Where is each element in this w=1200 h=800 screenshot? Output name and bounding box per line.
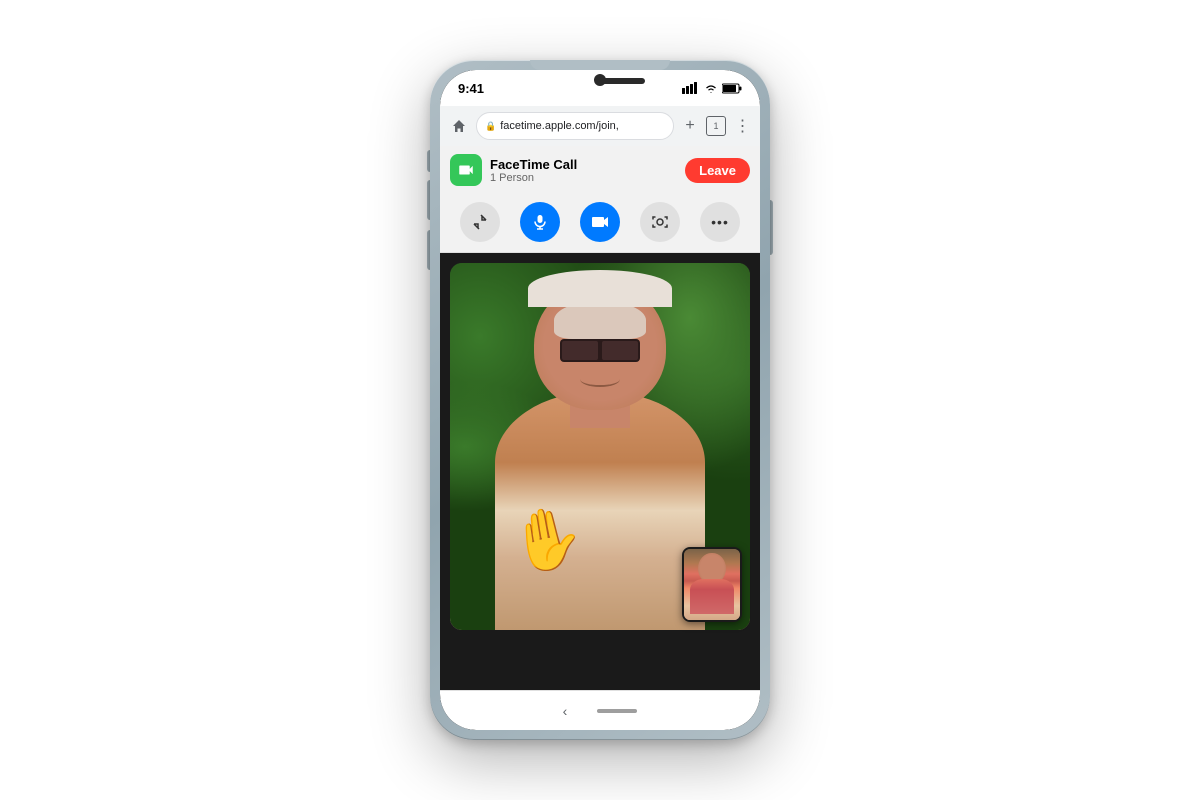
wifi-icon xyxy=(704,83,718,94)
video-camera-icon xyxy=(457,161,475,179)
url-bar[interactable]: 🔒 facetime.apple.com/join, xyxy=(476,112,674,140)
tab-switcher-button[interactable]: 1 xyxy=(706,116,726,136)
facetime-app-icon xyxy=(450,154,482,186)
waving-hand: ✋ xyxy=(504,498,590,581)
mic-icon xyxy=(532,214,548,230)
signal-icon xyxy=(682,82,700,94)
home-button[interactable] xyxy=(448,115,470,137)
leave-call-button[interactable]: Leave xyxy=(685,158,750,183)
self-view-thumbnail xyxy=(682,547,742,622)
phone-screen: 9:41 xyxy=(440,70,760,730)
phone-bezel: 9:41 xyxy=(440,70,760,730)
url-text: facetime.apple.com/join, xyxy=(500,120,665,132)
facetime-notification-bar: FaceTime Call 1 Person Leave xyxy=(440,146,760,194)
video-area: ✋ xyxy=(440,253,760,690)
home-indicator[interactable] xyxy=(597,709,637,713)
screenshot-button[interactable] xyxy=(640,202,680,242)
address-bar: 🔒 facetime.apple.com/join, + 1 ⋮ xyxy=(440,106,760,146)
tab-count: 1 xyxy=(713,121,718,131)
minimize-button[interactable] xyxy=(460,202,500,242)
camera-icon xyxy=(591,215,609,229)
facetime-call-info: FaceTime Call 1 Person xyxy=(490,157,577,184)
screenshot-icon xyxy=(652,214,668,230)
facetime-call-participants: 1 Person xyxy=(490,172,577,184)
status-icons xyxy=(682,82,742,94)
microphone-button[interactable] xyxy=(520,202,560,242)
phone-shell: 9:41 xyxy=(430,60,770,740)
more-options-button[interactable]: ⋮ xyxy=(732,116,752,136)
camera-toggle-button[interactable] xyxy=(580,202,620,242)
call-controls-bar: ••• xyxy=(440,194,760,253)
more-options-ctrl-button[interactable]: ••• xyxy=(700,202,740,242)
phone-device: 9:41 xyxy=(430,60,770,740)
phone-top-bar xyxy=(530,60,670,70)
facetime-info: FaceTime Call 1 Person xyxy=(450,154,577,186)
person-hair xyxy=(528,270,672,307)
status-time: 9:41 xyxy=(458,81,484,96)
facetime-call-title: FaceTime Call xyxy=(490,157,577,172)
more-dots-icon: ••• xyxy=(711,214,729,230)
earpiece-speaker xyxy=(595,78,645,84)
battery-icon xyxy=(722,83,742,94)
lock-icon: 🔒 xyxy=(485,121,496,132)
back-button[interactable]: ‹ xyxy=(563,703,568,719)
bottom-nav-bar: ‹ xyxy=(440,690,760,730)
new-tab-button[interactable]: + xyxy=(680,117,700,135)
